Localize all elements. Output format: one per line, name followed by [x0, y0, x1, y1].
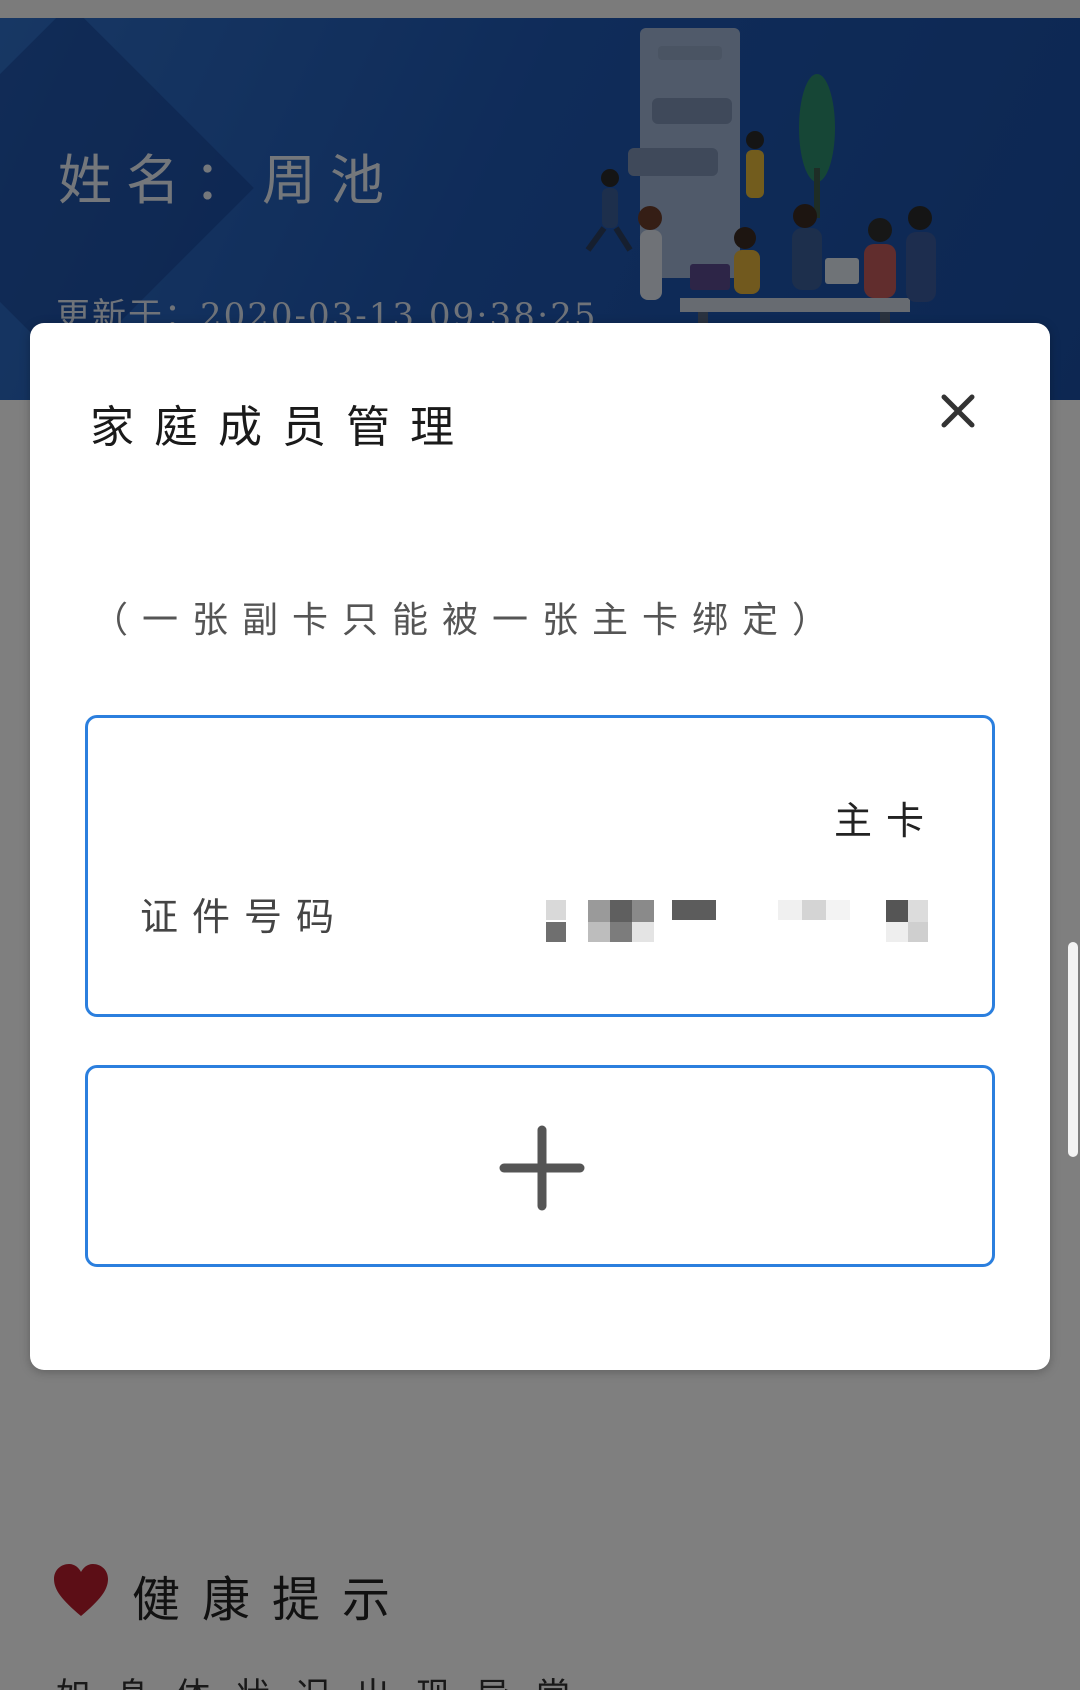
binding-note: （一张副卡只能被一张主卡绑定） [92, 600, 843, 641]
dialog-title: 家庭成员管理 [90, 402, 474, 453]
scrollbar-thumb[interactable] [1068, 942, 1078, 1157]
card-type-label: 主卡 [833, 799, 938, 843]
primary-card-item[interactable]: 主卡 证件号码 [85, 715, 995, 1017]
family-member-dialog: 家庭成员管理 （一张副卡只能被一张主卡绑定） 主卡 证件号码 [30, 323, 1050, 1370]
add-member-button[interactable] [85, 1065, 995, 1267]
plus-icon [499, 1125, 585, 1211]
id-number-redacted [546, 900, 928, 942]
id-number-label: 证件号码 [140, 895, 349, 939]
close-icon[interactable] [930, 383, 986, 439]
